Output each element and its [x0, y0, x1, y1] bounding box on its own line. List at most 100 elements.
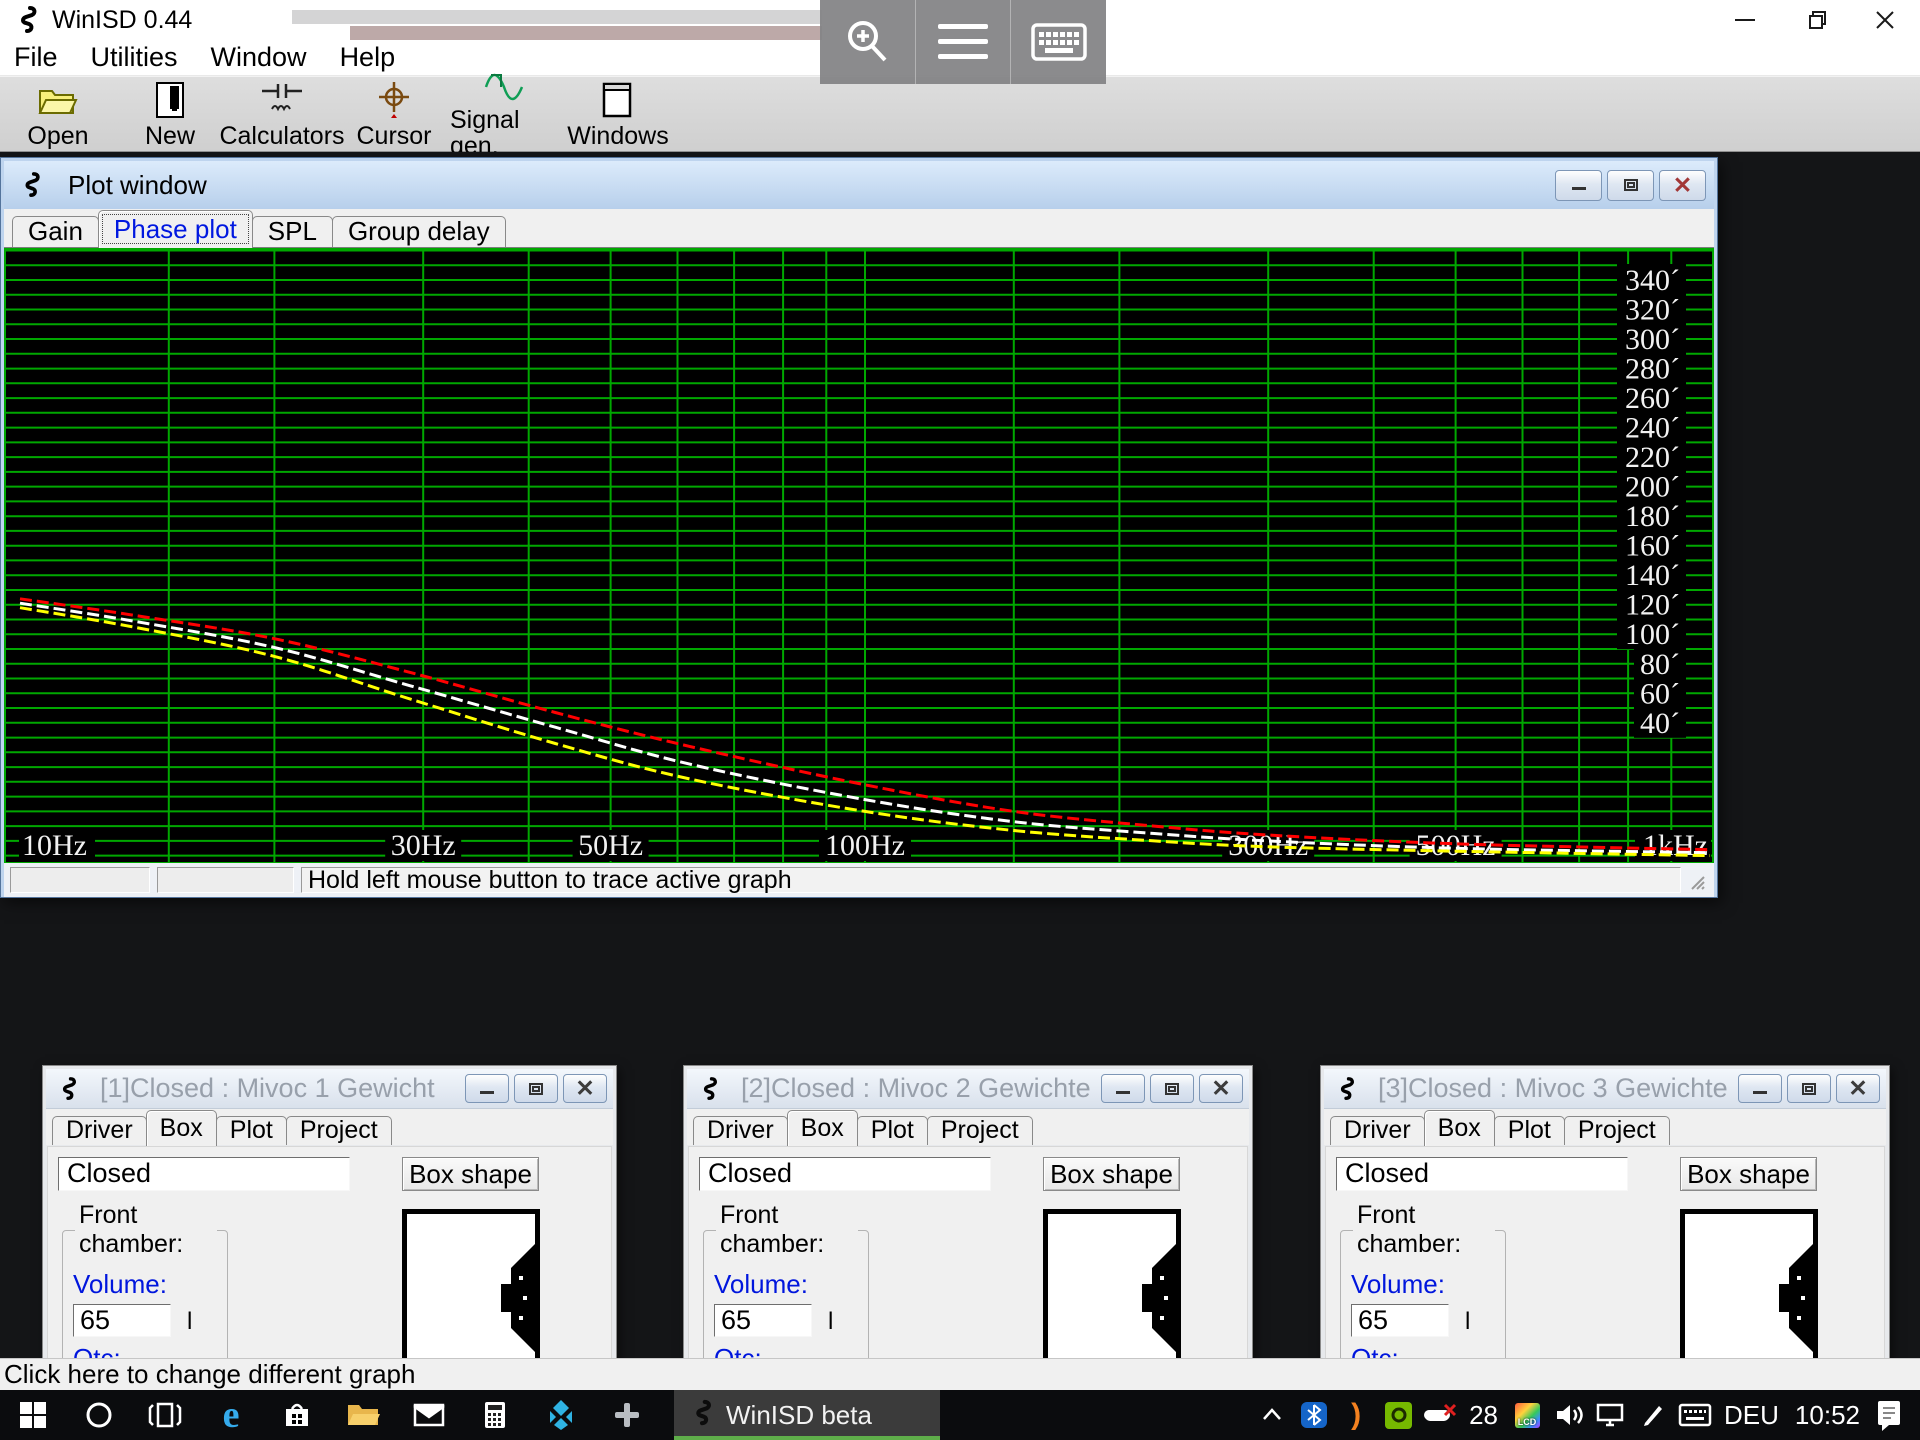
- qtc-label: Qtc:: [1351, 1343, 1495, 1358]
- toolbar-windows-button[interactable]: Windows: [562, 77, 674, 151]
- tab-project[interactable]: Project: [927, 1116, 1033, 1145]
- tab-group-delay[interactable]: Group delay: [332, 216, 506, 247]
- edge-icon[interactable]: e: [198, 1390, 264, 1440]
- chevron-up-icon[interactable]: [1251, 1390, 1293, 1440]
- dpad-icon[interactable]: [594, 1390, 660, 1440]
- svg-text:340´: 340´: [1625, 264, 1680, 297]
- menu-help[interactable]: Help: [340, 42, 415, 73]
- box-shape-button[interactable]: Box shape: [402, 1157, 539, 1191]
- notes-icon[interactable]: [1868, 1390, 1910, 1440]
- zoom-in-icon[interactable]: [820, 0, 915, 84]
- box-shape-button[interactable]: Box shape: [1680, 1157, 1817, 1191]
- tab-spl[interactable]: SPL: [252, 216, 333, 247]
- cortana-icon[interactable]: [66, 1390, 132, 1440]
- lcd-monitor-icon[interactable]: LCD: [1506, 1390, 1548, 1440]
- tab-driver[interactable]: Driver: [1330, 1116, 1425, 1145]
- box-type-field[interactable]: Closed: [699, 1157, 991, 1191]
- tab-plot[interactable]: Plot: [1494, 1116, 1565, 1145]
- app-statusbar[interactable]: Click here to change different graph: [0, 1358, 1920, 1390]
- project-window-3-titlebar[interactable]: [3]Closed : Mivoc 3 Gewichte ✕: [1324, 1069, 1886, 1109]
- volume-input[interactable]: [73, 1304, 171, 1337]
- file-explorer-icon[interactable]: [330, 1390, 396, 1440]
- language-indicator[interactable]: DEU: [1716, 1400, 1787, 1431]
- svg-text:160´: 160´: [1625, 530, 1680, 563]
- tab-plot[interactable]: Plot: [216, 1116, 287, 1145]
- keyboard-icon[interactable]: [1010, 0, 1106, 84]
- minimize-button[interactable]: [1738, 1074, 1782, 1103]
- menu-icon[interactable]: [915, 0, 1011, 84]
- toolbar-cursor-button[interactable]: Cursor: [338, 77, 450, 151]
- tab-box[interactable]: Box: [1424, 1110, 1495, 1146]
- volume-input[interactable]: [1351, 1304, 1449, 1337]
- phase-plot-area[interactable]: 340´320´300´280´260´240´220´200´180´160´…: [4, 247, 1714, 863]
- restore-button[interactable]: [1607, 170, 1654, 201]
- mail-icon[interactable]: [396, 1390, 462, 1440]
- close-button[interactable]: ✕: [563, 1074, 607, 1103]
- restore-button[interactable]: [1150, 1074, 1194, 1103]
- project-window-1-titlebar[interactable]: [1]Closed : Mivoc 1 Gewicht ✕: [46, 1069, 613, 1109]
- qtc-label: Qtc:: [73, 1343, 217, 1358]
- close-button[interactable]: ✕: [1836, 1074, 1880, 1103]
- tab-project[interactable]: Project: [286, 1116, 392, 1145]
- winisd-doc-icon: [697, 1077, 721, 1101]
- temperature-value[interactable]: 28: [1461, 1400, 1506, 1431]
- touch-keyboard-icon[interactable]: [1674, 1390, 1716, 1440]
- volume-input[interactable]: [714, 1304, 812, 1337]
- box-type-field[interactable]: Closed: [1336, 1157, 1628, 1191]
- close-button[interactable]: ✕: [1199, 1074, 1243, 1103]
- svg-text:10Hz: 10Hz: [22, 829, 87, 862]
- tab-driver[interactable]: Driver: [693, 1116, 788, 1145]
- tab-gain[interactable]: Gain: [12, 216, 99, 247]
- menu-utilities[interactable]: Utilities: [91, 42, 197, 73]
- project-window-2-titlebar[interactable]: [2]Closed : Mivoc 2 Gewichte ✕: [687, 1069, 1249, 1109]
- tab-box[interactable]: Box: [787, 1110, 858, 1146]
- network-display-icon[interactable]: [1590, 1390, 1632, 1440]
- front-chamber-group: Front chamber: Volume: l Qtc:: [703, 1201, 869, 1358]
- plot-statusbar: Hold left mouse button to trace active g…: [4, 863, 1714, 897]
- tab-project[interactable]: Project: [1564, 1116, 1670, 1145]
- menu-file[interactable]: File: [14, 42, 77, 73]
- taskbar-winisd-button[interactable]: WinISD beta: [674, 1390, 940, 1440]
- tab-driver[interactable]: Driver: [52, 1116, 147, 1145]
- kodi-icon[interactable]: [528, 1390, 594, 1440]
- box-shape-button[interactable]: Box shape: [1043, 1157, 1180, 1191]
- box-type-field[interactable]: Closed: [58, 1157, 350, 1191]
- plot-window-titlebar[interactable]: Plot window ✕: [4, 161, 1714, 209]
- tab-plot[interactable]: Plot: [857, 1116, 928, 1145]
- resize-grip[interactable]: [1688, 869, 1708, 891]
- project-window-3-title: [3]Closed : Mivoc 3 Gewichte: [1378, 1073, 1738, 1104]
- toolbar-open-button[interactable]: Open: [2, 77, 114, 151]
- toolbar-calculators-button[interactable]: Calculators: [226, 77, 338, 151]
- minimize-button[interactable]: [465, 1074, 509, 1103]
- close-button[interactable]: ✕: [1659, 170, 1706, 201]
- pen-icon[interactable]: [1632, 1390, 1674, 1440]
- toolbar-calculators-label: Calculators: [219, 123, 344, 149]
- phase-plot-canvas[interactable]: 340´320´300´280´260´240´220´200´180´160´…: [4, 248, 1714, 864]
- restore-icon[interactable]: [1780, 0, 1850, 40]
- bluetooth-icon[interactable]: [1293, 1390, 1335, 1440]
- minimize-button[interactable]: [1555, 170, 1602, 201]
- minimize-icon[interactable]: [1710, 0, 1780, 40]
- minimize-button[interactable]: [1101, 1074, 1145, 1103]
- qtc-label: Qtc:: [714, 1343, 858, 1358]
- toolbar-signalgen-button[interactable]: Signal gen.: [450, 77, 562, 151]
- app-title: WinISD 0.44: [52, 6, 192, 35]
- restore-button[interactable]: [1787, 1074, 1831, 1103]
- gamepad-disconnected-icon[interactable]: [1419, 1390, 1461, 1440]
- orange-app-icon[interactable]: ): [1335, 1390, 1377, 1440]
- task-view-icon[interactable]: [132, 1390, 198, 1440]
- box-tab-page: Closed Box shape Front chamber: Volume: …: [1325, 1146, 1885, 1358]
- tab-phase-plot[interactable]: Phase plot: [98, 210, 253, 248]
- clock[interactable]: 10:52: [1787, 1400, 1868, 1431]
- calculator-icon[interactable]: [462, 1390, 528, 1440]
- store-icon[interactable]: [264, 1390, 330, 1440]
- volume-icon[interactable]: [1548, 1390, 1590, 1440]
- front-chamber-group: Front chamber: Volume: l Qtc:: [1340, 1201, 1506, 1358]
- nvidia-icon[interactable]: [1377, 1390, 1419, 1440]
- tab-box[interactable]: Box: [146, 1110, 217, 1146]
- restore-button[interactable]: [514, 1074, 558, 1103]
- close-icon[interactable]: [1850, 0, 1920, 40]
- toolbar-new-button[interactable]: New: [114, 77, 226, 151]
- menu-window[interactable]: Window: [211, 42, 326, 73]
- start-icon[interactable]: [0, 1390, 66, 1440]
